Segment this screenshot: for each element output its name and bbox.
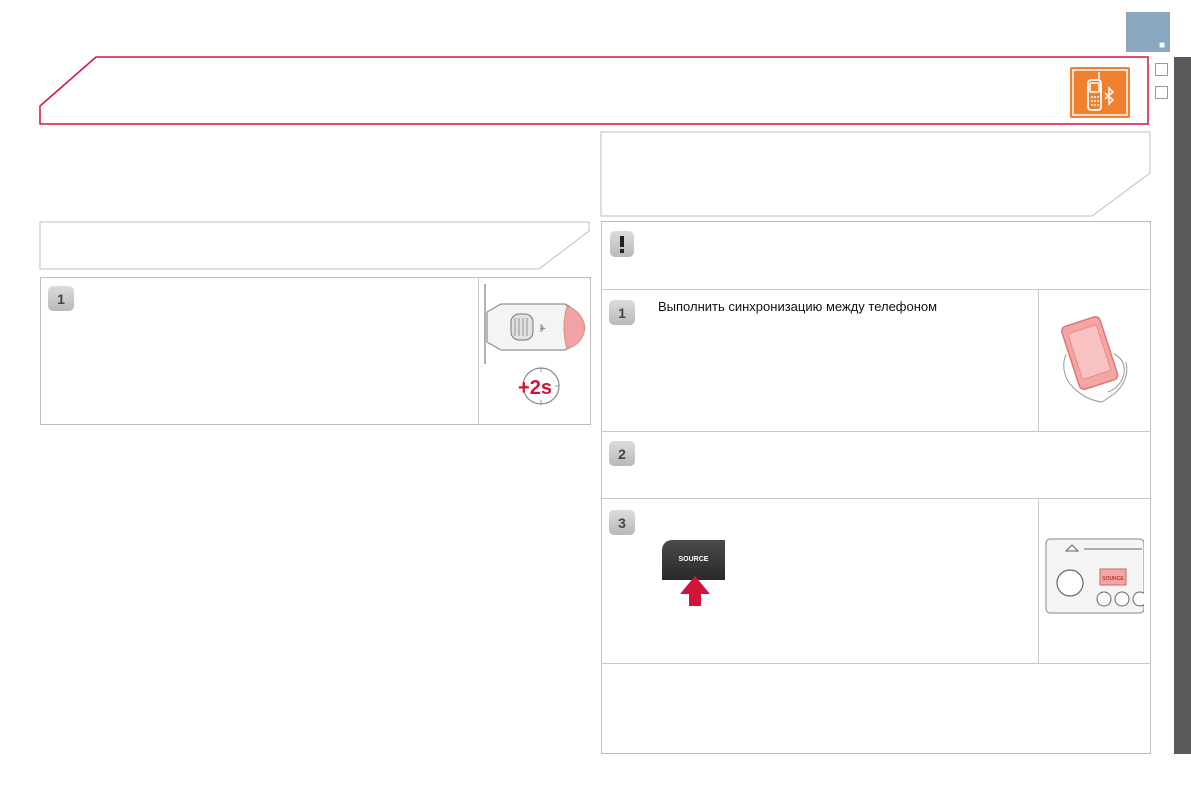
step1-text: Выполнить синхронизацию между телефоном xyxy=(658,299,938,314)
source-button-label: SOURCE xyxy=(678,556,709,563)
radio-panel-icon: SOURCE xyxy=(1045,538,1144,614)
chapter-tab-marker: ■ xyxy=(1158,40,1165,51)
nav-box-2[interactable] xyxy=(1155,86,1168,99)
bluetooth-phone-icon xyxy=(1070,67,1130,118)
left-section-heading-box xyxy=(39,221,590,270)
nav-box-1[interactable] xyxy=(1155,63,1168,76)
step-number-badge: 2 xyxy=(609,441,635,466)
right-steps-box: 1 Выполнить синхронизацию между телефоно… xyxy=(601,221,1151,754)
steering-stalk-icon: + xyxy=(484,284,586,364)
svg-text:+: + xyxy=(539,324,547,334)
press-arrow-icon xyxy=(680,576,710,606)
exclamation-icon xyxy=(610,231,634,257)
side-bar xyxy=(1174,57,1191,754)
right-section-heading-box xyxy=(600,131,1151,217)
header-banner xyxy=(39,56,1149,125)
hand-phone-icon xyxy=(1061,316,1128,403)
timer-2s-icon: +2s xyxy=(518,367,560,405)
left-step1-box: 1 + +2s xyxy=(40,277,591,425)
chapter-tab[interactable]: ■ xyxy=(1126,12,1170,52)
step-number-badge: 1 xyxy=(609,300,635,325)
timer-2s-label: +2s xyxy=(518,377,552,399)
step-number-badge: 1 xyxy=(48,286,74,311)
panel-source-label: SOURCE xyxy=(1102,576,1124,582)
step-number-badge: 3 xyxy=(609,510,635,535)
